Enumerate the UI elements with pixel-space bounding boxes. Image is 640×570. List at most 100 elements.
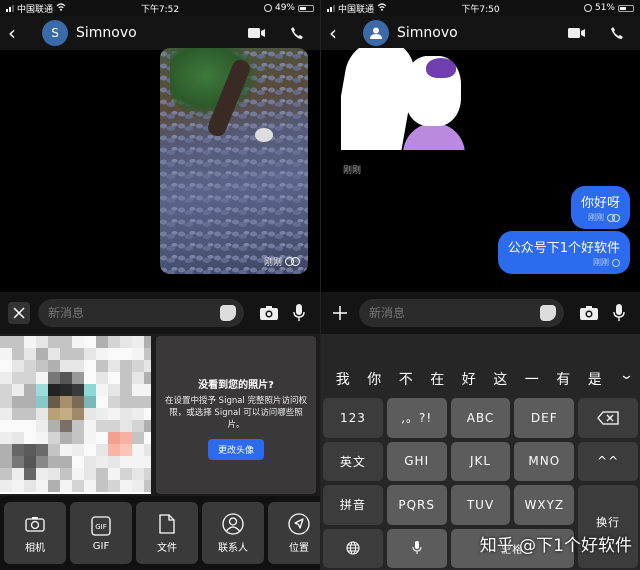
thumbnail-pixel <box>36 360 48 372</box>
close-attachments-button[interactable] <box>8 302 30 324</box>
thumbnail-pixel <box>84 408 96 420</box>
thumbnail-pixel <box>48 420 60 432</box>
delivered-icon <box>607 213 620 222</box>
sticker-icon[interactable] <box>540 305 556 321</box>
thumbnail-pixel <box>60 468 72 480</box>
candidate-word[interactable]: 你 <box>359 369 391 389</box>
thumbnail-pixel <box>24 444 36 456</box>
candidate-word[interactable]: 是 <box>579 369 611 389</box>
attach-location-button[interactable]: 位置 <box>268 502 320 564</box>
thumbnail-pixel <box>12 360 24 372</box>
microphone-icon[interactable] <box>286 304 312 322</box>
thumbnail-pixel <box>72 408 84 420</box>
key-tuv[interactable]: TUV <box>450 485 511 525</box>
candidate-word[interactable]: 我 <box>327 369 359 389</box>
add-attachment-button[interactable] <box>329 302 351 324</box>
candidate-word[interactable]: 不 <box>390 369 422 389</box>
key-pinyin[interactable]: 拼音 <box>323 485 383 525</box>
back-button[interactable]: ‹ <box>329 21 353 45</box>
thumbnail-pixel <box>96 420 108 432</box>
candidate-word[interactable]: 一 <box>516 369 548 389</box>
thumbnail-pixel <box>144 396 151 408</box>
thumbnail-pixel <box>72 336 84 348</box>
thumbnail-pixel <box>120 396 132 408</box>
sticker-message[interactable] <box>341 48 466 150</box>
candidate-word[interactable]: 这 <box>485 369 517 389</box>
key-abc[interactable]: ABC <box>450 398 511 438</box>
video-call-icon[interactable] <box>562 27 592 39</box>
outgoing-message[interactable]: 公众号下1个好软件 刚刚 <box>497 231 630 274</box>
key-english[interactable]: 英文 <box>323 441 383 481</box>
phone-call-icon[interactable] <box>602 26 632 40</box>
thumbnail-pixel <box>48 456 60 468</box>
clock: 下午7:50 <box>461 4 500 15</box>
camera-icon[interactable] <box>256 306 282 320</box>
thumbnail-pixel <box>120 468 132 480</box>
thumbnail-pixel <box>132 372 144 384</box>
outgoing-message[interactable]: 你好呀 刚刚 <box>570 186 630 229</box>
recent-photo-thumbnail[interactable] <box>0 336 151 494</box>
candidate-word[interactable]: 有 <box>548 369 580 389</box>
thumbnail-pixel <box>144 444 151 456</box>
key-wxyz[interactable]: WXYZ <box>514 485 575 525</box>
thumbnail-pixel <box>24 456 36 468</box>
key-pqrs[interactable]: PQRS <box>386 485 447 525</box>
key-emoticon[interactable]: ^^ <box>578 441 638 481</box>
candidate-word[interactable]: 好 <box>453 369 485 389</box>
key-123[interactable]: 123 <box>323 398 383 438</box>
thumbnail-pixel <box>108 468 120 480</box>
thumbnail-pixel <box>36 372 48 384</box>
thumbnail-pixel <box>0 348 12 360</box>
key-ghi[interactable]: GHI <box>386 441 447 481</box>
thumbnail-pixel <box>96 396 108 408</box>
space-key[interactable]: 空格 <box>450 528 575 568</box>
globe-key[interactable] <box>323 528 383 568</box>
image-message[interactable]: 刚刚 <box>160 48 308 274</box>
thumbnail-pixel <box>132 360 144 372</box>
return-key[interactable]: 换行 <box>578 485 638 568</box>
message-input[interactable] <box>369 306 540 320</box>
key-jkl[interactable]: JKL <box>450 441 511 481</box>
change-access-button[interactable]: 更改头像 <box>207 439 264 460</box>
contact-icon <box>222 512 244 535</box>
clock: 下午7:52 <box>140 4 180 15</box>
gif-icon: GIF <box>90 515 112 537</box>
attach-camera-button[interactable]: 相机 <box>4 502 66 564</box>
back-button[interactable]: ‹ <box>8 21 32 45</box>
thumbnail-pixel <box>24 420 36 432</box>
contact-name[interactable]: Simnovo <box>76 25 232 41</box>
attach-contact-button[interactable]: 联系人 <box>202 502 264 564</box>
thumbnail-pixel <box>12 348 24 360</box>
thumbnail-pixel <box>108 432 120 444</box>
thumbnail-pixel <box>60 480 72 492</box>
thumbnail-pixel <box>96 360 108 372</box>
thumbnail-pixel <box>36 348 48 360</box>
thumbnail-pixel <box>60 420 72 432</box>
key-punctuation[interactable]: ,。?! <box>386 398 447 438</box>
sticker-icon[interactable] <box>220 305 236 321</box>
carrier-label: 中国联通 <box>338 4 375 15</box>
contact-name[interactable]: Simnovo <box>397 25 552 41</box>
thumbnail-pixel <box>12 396 24 408</box>
thumbnail-pixel <box>24 468 36 480</box>
thumbnail-pixel <box>132 420 144 432</box>
candidate-word[interactable]: 在 <box>422 369 454 389</box>
thumbnail-pixel <box>60 432 72 444</box>
dictation-key[interactable] <box>386 528 447 568</box>
key-mno[interactable]: MNO <box>514 441 575 481</box>
avatar[interactable]: S <box>42 20 68 46</box>
phone-call-icon[interactable] <box>282 26 312 40</box>
backspace-key[interactable] <box>578 398 638 438</box>
camera-icon[interactable] <box>576 306 602 320</box>
thumbnail-pixel <box>0 408 12 420</box>
attach-label: 位置 <box>289 542 309 554</box>
avatar[interactable] <box>363 20 389 46</box>
expand-candidates-chevron-icon[interactable]: ⌄ <box>619 368 634 383</box>
key-def[interactable]: DEF <box>514 398 575 438</box>
attach-gif-button[interactable]: GIF GIF <box>70 502 132 564</box>
attach-file-button[interactable]: 文件 <box>136 502 198 564</box>
video-call-icon[interactable] <box>242 27 272 39</box>
microphone-icon[interactable] <box>606 304 632 322</box>
message-input[interactable] <box>48 306 220 320</box>
thumbnail-pixel <box>0 480 12 492</box>
